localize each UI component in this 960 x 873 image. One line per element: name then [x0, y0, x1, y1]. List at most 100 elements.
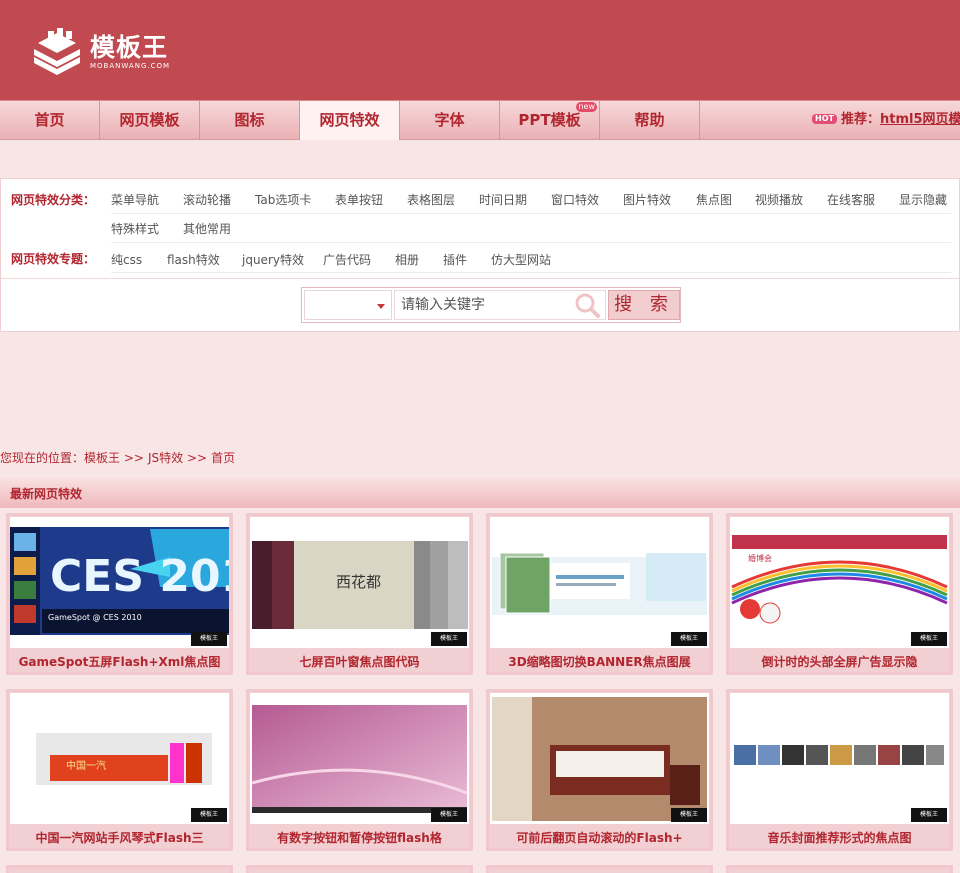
watermark-logo: 模板王 [431, 808, 467, 822]
breadcrumb-link[interactable]: 首页 [211, 451, 235, 465]
nav-item-web-templates[interactable]: 网页模板 [100, 101, 200, 140]
effect-card[interactable] [6, 865, 233, 873]
site-logo[interactable]: 模板王 MOBANWANG.COM [30, 26, 170, 78]
card-title[interactable]: 有数字按钮和暂停按钮flash格 [249, 829, 470, 846]
thumbnail-text: 婚博会 [748, 553, 772, 563]
card-thumbnail[interactable]: CES 2010 GameSpot @ CES 2010 模板王 [10, 517, 229, 648]
category-tag[interactable]: 显示隐藏 [899, 191, 947, 208]
effect-card[interactable]: 模板王 可前后翻页自动滚动的Flash+ [486, 689, 713, 851]
nav-item-icons[interactable]: 图标 [200, 101, 300, 140]
thumbnail-text: 中国一汽 [66, 759, 106, 772]
category-tag[interactable]: 窗口特效 [551, 191, 599, 208]
effect-card[interactable]: 西花都 模板王 七屏百叶窗焦点图代码 [246, 513, 473, 675]
card-thumbnail[interactable]: 模板王 [490, 693, 709, 824]
category-tag[interactable]: 表单按钮 [335, 191, 383, 208]
divider [1, 278, 959, 279]
thumbnail-image: 婚博会 [731, 535, 948, 627]
card-thumbnail[interactable]: 模板王 [490, 517, 709, 648]
topic-tag[interactable]: 插件 [443, 251, 467, 268]
site-header: 模板王 MOBANWANG.COM [0, 0, 960, 100]
card-title[interactable]: 可前后翻页自动滚动的Flash+ [489, 829, 710, 846]
effect-card[interactable] [726, 865, 953, 873]
category-tag[interactable]: 时间日期 [479, 191, 527, 208]
thumbnail-image: 西花都 [252, 541, 468, 629]
effect-card[interactable]: CES 2010 GameSpot @ CES 2010 模板王 GameSpo… [6, 513, 233, 675]
section-header: 最新网页特效 [0, 478, 960, 508]
thumbnail-image [492, 697, 707, 821]
watermark-logo: 模板王 [671, 808, 707, 822]
breadcrumb-link[interactable]: 模板王 [84, 451, 120, 465]
section-title: 最新网页特效 [10, 487, 83, 501]
topic-tag[interactable]: 广告代码 [323, 251, 371, 268]
thumbnail-image [251, 705, 468, 813]
new-badge: new [576, 102, 597, 112]
card-thumbnail[interactable]: 模板王 [730, 693, 949, 824]
divider [111, 213, 951, 214]
category-tag[interactable]: 在线客服 [827, 191, 875, 208]
recommend-link[interactable]: html5网页模板 [880, 112, 960, 127]
recommend-label: 推荐： [840, 112, 880, 127]
card-thumbnail[interactable]: 西花都 模板王 [250, 517, 469, 648]
card-title[interactable]: 倒计时的头部全屏广告显示隐 [729, 653, 950, 670]
chevron-down-icon [377, 304, 385, 309]
watermark-logo: 模板王 [191, 808, 227, 822]
card-title[interactable]: 音乐封面推荐形式的焦点图 [729, 829, 950, 846]
effect-card[interactable]: 模板王 有数字按钮和暂停按钮flash格 [246, 689, 473, 851]
card-title[interactable]: 中国一汽网站手风琴式Flash三 [9, 829, 230, 846]
card-thumbnail[interactable]: 婚博会 模板王 [730, 517, 949, 648]
nav-item-label: PPT模板 [518, 111, 581, 129]
topic-tag[interactable]: flash特效 [167, 251, 220, 268]
category-tag[interactable]: 特殊样式 [111, 220, 159, 237]
nav-item-web-effects[interactable]: 网页特效 [300, 101, 400, 140]
category-tag[interactable]: 表格图层 [407, 191, 455, 208]
effect-card[interactable]: 婚博会 模板王 倒计时的头部全屏广告显示隐 [726, 513, 953, 675]
nav-item-help[interactable]: 帮助 [600, 101, 700, 140]
watermark-logo: 模板王 [191, 632, 227, 646]
nav-item-fonts[interactable]: 字体 [400, 101, 500, 140]
effect-card[interactable]: 模板王 音乐封面推荐形式的焦点图 [726, 689, 953, 851]
topic-tag[interactable]: 相册 [395, 251, 419, 268]
thumbnail-text: CES 2010 [50, 551, 229, 602]
breadcrumb-link[interactable]: JS特效 [148, 451, 183, 465]
category-tag[interactable]: Tab选项卡 [255, 191, 311, 208]
thumbnail-image [734, 745, 944, 765]
effect-card[interactable]: 模板王 3D缩略图切换BANNER焦点图展 [486, 513, 713, 675]
card-thumbnail[interactable]: 模板王 [250, 693, 469, 824]
nav-item-home[interactable]: 首页 [0, 101, 100, 140]
category-tag[interactable]: 焦点图 [696, 191, 732, 208]
thumbnail-image: CES 2010 GameSpot @ CES 2010 [10, 527, 229, 635]
breadcrumb-separator: >> [123, 451, 144, 465]
card-title[interactable]: 七屏百叶窗焦点图代码 [249, 653, 470, 670]
card-title[interactable]: GameSpot五屏Flash+Xml焦点图 [9, 653, 230, 670]
nav-item-ppt-templates[interactable]: PPT模板 new [500, 101, 600, 140]
hot-badge: HOT [812, 114, 837, 124]
effect-card[interactable] [246, 865, 473, 873]
logo-domain: MOBANWANG.COM [90, 61, 171, 70]
category-tag[interactable]: 滚动轮播 [183, 191, 231, 208]
search-button[interactable]: 搜 索 [608, 290, 680, 320]
breadcrumb-prefix: 您现在的位置： [0, 451, 85, 465]
watermark-logo: 模板王 [911, 632, 947, 646]
effect-card[interactable]: 中国一汽 模板王 中国一汽网站手风琴式Flash三 [6, 689, 233, 851]
card-thumbnail[interactable]: 中国一汽 模板王 [10, 693, 229, 824]
topic-tag[interactable]: 纯css [111, 251, 142, 268]
card-title[interactable]: 3D缩略图切换BANNER焦点图展 [489, 653, 710, 670]
category-tag[interactable]: 视频播放 [755, 191, 803, 208]
breadcrumb-separator: >> [186, 451, 208, 465]
search-category-select[interactable] [304, 290, 392, 320]
divider [111, 242, 951, 243]
category-tag[interactable]: 菜单导航 [111, 191, 159, 208]
thumbnail-caption: GameSpot @ CES 2010 [48, 613, 142, 622]
watermark-logo: 模板王 [671, 632, 707, 646]
category-tag[interactable]: 图片特效 [623, 191, 671, 208]
category-label: 网页特效分类： [11, 193, 96, 207]
topic-tag[interactable]: 仿大型网站 [491, 251, 551, 268]
category-tag[interactable]: 其他常用 [183, 220, 231, 237]
thumbnail-image [492, 552, 707, 615]
thumbnail-image: 中国一汽 [36, 733, 212, 785]
topic-tag[interactable]: jquery特效 [242, 251, 304, 268]
thumbnail-text: 西花都 [336, 573, 381, 591]
effect-card[interactable] [486, 865, 713, 873]
logo-name: 模板王 [90, 32, 169, 62]
divider [111, 272, 951, 273]
